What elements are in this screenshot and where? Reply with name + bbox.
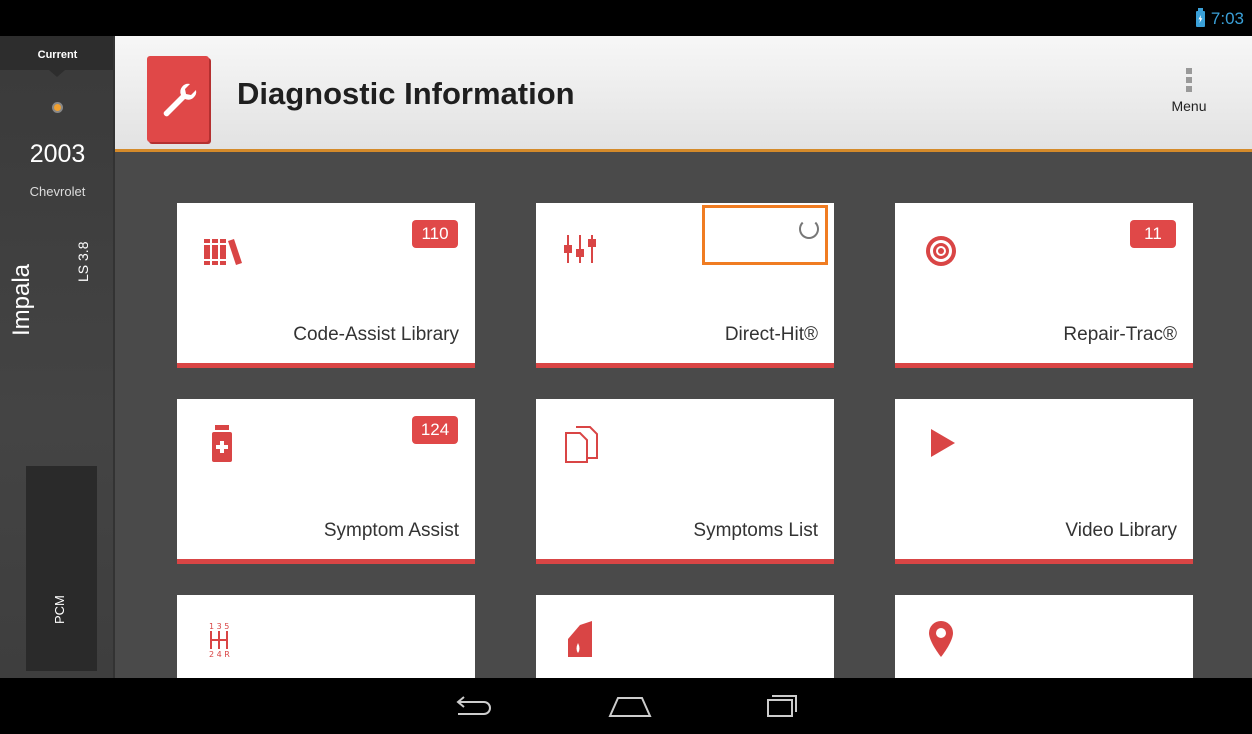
vehicle-model[interactable]: Impala (8, 264, 36, 336)
play-icon (921, 423, 957, 463)
tile-label: Repair-Trac® (1063, 324, 1177, 345)
menu-button[interactable]: Menu (1164, 68, 1214, 114)
tile-code-assist-library[interactable]: 110 Code-Assist Library (177, 203, 475, 368)
clock: 7:03 (1210, 9, 1244, 28)
back-icon[interactable] (450, 692, 496, 725)
battery-charging-icon (1195, 8, 1205, 27)
tile-repair-trac[interactable]: 11 Repair-Trac® (895, 203, 1193, 368)
sliders-icon (562, 227, 598, 267)
tile-label: Symptoms List (693, 520, 818, 541)
current-label: Current (37, 49, 78, 61)
oil-can-icon (562, 619, 598, 659)
map-pin-icon (921, 619, 957, 659)
tile-symptom-assist[interactable]: 124 Symptom Assist (177, 399, 475, 564)
tile-label: Direct-Hit® (724, 324, 818, 345)
vehicle-sidebar: Current 2003 Chevrolet Impala LS 3.8 PCM (0, 36, 115, 678)
overflow-menu-icon (1164, 68, 1214, 92)
count-badge: 11 (1130, 220, 1176, 248)
loading-highlight (702, 205, 828, 265)
vehicle-make[interactable]: Chevrolet (0, 184, 115, 199)
svg-text:2 4 R: 2 4 R (209, 650, 230, 659)
svg-text:1 3 5: 1 3 5 (209, 622, 229, 631)
screen: 7:03 Current 2003 Chevrolet Impala LS 3.… (0, 0, 1252, 734)
wrench-book-icon (147, 56, 209, 142)
tile-locations[interactable] (895, 595, 1193, 678)
tile-grid: 110 Code-Assist Library Direct-Hit® 11 R… (115, 155, 1252, 678)
current-pointer-icon (49, 70, 65, 77)
tile-transmission[interactable]: 1 3 5 2 4 R (177, 595, 475, 678)
count-badge: 110 (412, 220, 458, 248)
tile-label: Symptom Assist (323, 520, 459, 541)
target-icon (921, 227, 957, 267)
system-nav-bar (0, 678, 1252, 734)
tile-symptoms-list[interactable]: Symptoms List (536, 399, 834, 564)
page-title: Diagnostic Information (237, 76, 575, 111)
loading-spinner-icon (799, 219, 819, 239)
tile-label: Code-Assist Library (293, 324, 459, 345)
module-button[interactable]: PCM (26, 466, 97, 671)
vehicle-engine[interactable]: LS 3.8 (75, 242, 91, 282)
module-label: PCM (52, 595, 67, 624)
header: Diagnostic Information Menu (115, 36, 1252, 152)
medicine-bottle-icon (203, 423, 239, 463)
status-bar: 7:03 (0, 0, 1252, 36)
books-icon (203, 227, 242, 267)
home-icon[interactable] (606, 692, 654, 725)
tile-fluids[interactable] (536, 595, 834, 678)
vehicle-year[interactable]: 2003 (0, 140, 115, 169)
tile-video-library[interactable]: Video Library (895, 399, 1193, 564)
documents-icon (562, 423, 598, 463)
tile-label: Video Library (1065, 520, 1177, 541)
recents-icon[interactable] (764, 692, 800, 725)
menu-label: Menu (1171, 98, 1207, 114)
count-badge: 124 (412, 416, 458, 444)
gear-shift-icon: 1 3 5 2 4 R (203, 619, 239, 659)
tile-direct-hit[interactable]: Direct-Hit® (536, 203, 834, 368)
vehicle-status-dot-icon (52, 102, 63, 113)
status-right: 7:03 (1195, 8, 1244, 29)
